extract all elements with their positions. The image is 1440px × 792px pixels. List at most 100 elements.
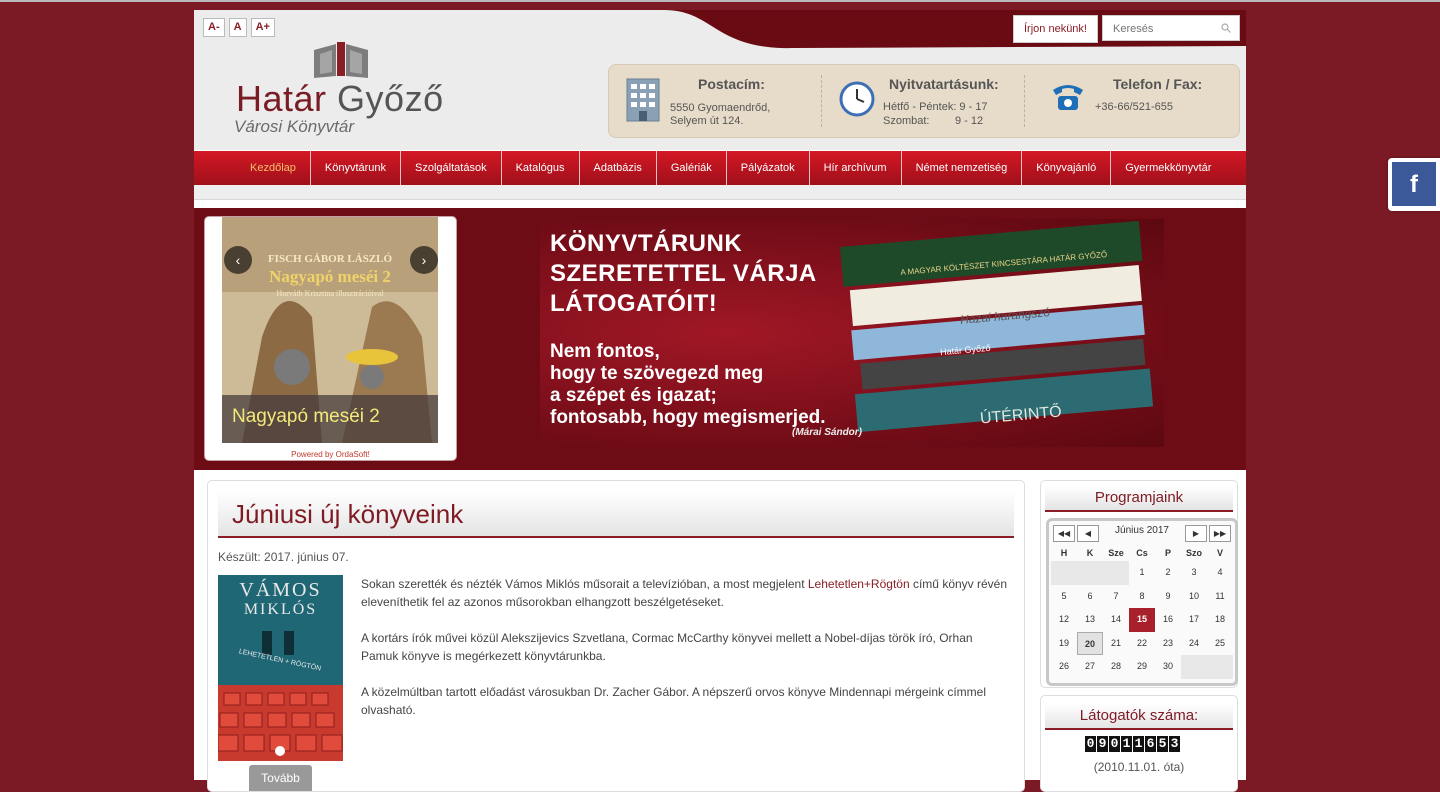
search-input[interactable] xyxy=(1111,17,1225,41)
calendar-day[interactable]: 26 xyxy=(1051,655,1077,679)
postal-line-2: Selyem út 124. xyxy=(670,115,744,127)
slider-next-button[interactable]: › xyxy=(410,246,438,274)
site-logo[interactable]: Határ Győző Városi Könyvtár xyxy=(234,40,474,136)
counter-digit: 1 xyxy=(1121,736,1132,752)
calendar-next-month-button[interactable]: ▶ xyxy=(1185,525,1207,542)
slide-image[interactable]: FISCH GÁBOR LÁSZLÓ Nagyapó meséi 2 Horvá… xyxy=(222,217,438,443)
nav-item-home[interactable]: Kezdőlap xyxy=(236,151,311,185)
calendar-empty-cell xyxy=(1077,561,1103,585)
calendar-weekday-header: H K Sze Cs P Szo V xyxy=(1051,545,1233,561)
calendar-day[interactable]: 1 xyxy=(1129,561,1155,585)
header: A- A A+ Határ Győző Városi Könyvtár Írjo… xyxy=(194,10,1246,150)
building-icon xyxy=(626,78,660,122)
calendar-day[interactable]: 25 xyxy=(1207,632,1233,656)
phone-icon xyxy=(1053,85,1083,110)
weekday-label: V xyxy=(1216,548,1223,558)
facebook-widget[interactable]: f xyxy=(1388,158,1440,211)
nav-item-tenders[interactable]: Pályázatok xyxy=(727,151,810,185)
calendar-day[interactable]: 29 xyxy=(1129,655,1155,679)
calendar-day[interactable]: 7 xyxy=(1103,585,1129,609)
calendar-next-year-button[interactable]: ▶▶ xyxy=(1209,525,1231,542)
article-title[interactable]: Júniusi új könyveink xyxy=(232,499,463,530)
nav-item-database[interactable]: Adatbázis xyxy=(580,151,657,185)
write-us-button[interactable]: Írjon nekünk! xyxy=(1013,15,1098,43)
nav-item-catalog[interactable]: Katalógus xyxy=(502,151,580,185)
weekday-label: Szo xyxy=(1185,548,1202,558)
calendar-empty-cell xyxy=(1181,655,1207,679)
calendar-day[interactable]: 13 xyxy=(1077,608,1103,632)
slide-book-author: FISCH GÁBOR LÁSZLÓ xyxy=(267,253,393,265)
calendar-day[interactable]: 22 xyxy=(1129,632,1155,656)
calendar-day[interactable]: 11 xyxy=(1207,585,1233,609)
nav-item-library[interactable]: Könyvtárunk xyxy=(311,151,402,185)
banner-quote-4: fontosabb, hogy megismerjed. xyxy=(550,407,826,428)
hours-line-1: Hétfő - Péntek: 9 - 17 xyxy=(883,101,988,113)
article-paragraph-1: Sokan szerették és nézték Vámos Miklós m… xyxy=(361,575,1011,611)
calendar-day[interactable]: 23 xyxy=(1155,632,1181,656)
calendar-day[interactable]: 28 xyxy=(1103,655,1129,679)
font-increase-button[interactable]: A+ xyxy=(250,18,275,37)
read-more-button[interactable]: Tovább xyxy=(249,765,312,791)
visitor-counter-since: (2010.11.01. óta) xyxy=(1093,760,1185,774)
search-icon[interactable] xyxy=(1221,23,1231,33)
calendar-day[interactable]: 5 xyxy=(1051,585,1077,609)
article-title-bar: Júniusi új könyveink xyxy=(218,491,1014,538)
logo-subtitle: Városi Könyvtár xyxy=(234,117,354,136)
main-navigation: Kezdőlap Könyvtárunk Szolgáltatások Kata… xyxy=(194,151,1246,185)
article-paragraph-3: A közelmúltban tartott előadást városukb… xyxy=(361,685,986,717)
calendar-day[interactable]: 10 xyxy=(1181,585,1207,609)
calendar-day[interactable]: 15 xyxy=(1129,608,1155,632)
calendar-day[interactable]: 14 xyxy=(1103,608,1129,632)
nav-item-services[interactable]: Szolgáltatások xyxy=(401,151,502,185)
calendar-day[interactable]: 17 xyxy=(1181,608,1207,632)
calendar-day[interactable]: 30 xyxy=(1155,655,1181,679)
counter-digit: 1 xyxy=(1133,736,1144,752)
nav-item-children-library[interactable]: Gyermekkönyvtár xyxy=(1111,151,1225,185)
calendar-day[interactable]: 3 xyxy=(1181,561,1207,585)
calendar-day[interactable]: 9 xyxy=(1155,585,1181,609)
calendar-day[interactable]: 27 xyxy=(1077,655,1103,679)
phone-title: Telefon / Fax: xyxy=(1113,76,1203,92)
hours-title: Nyitvatartásunk: xyxy=(889,76,999,92)
calendar-day[interactable]: 20 xyxy=(1077,631,1103,655)
slide-book-title: Nagyapó meséi 2 xyxy=(269,267,391,286)
counter-digit: 0 xyxy=(1109,736,1120,752)
event-calendar: ◀◀ ◀ Június 2017 ▶ ▶▶ H K Sze Cs P Szo V… xyxy=(1046,518,1238,686)
calendar-day[interactable]: 19 xyxy=(1051,632,1077,656)
calendar-day[interactable]: 21 xyxy=(1103,632,1129,656)
logo-title-first: Határ xyxy=(236,78,327,119)
calendar-grid: H K Sze Cs P Szo V 1 2 3 4 5 6 7 8 9 10 11 12 13 14 15… xyxy=(1051,545,1233,679)
weekday-label: P xyxy=(1164,548,1171,558)
powered-by-link[interactable]: Powered by OrdaSoft! xyxy=(205,450,456,459)
nav-item-german-minority[interactable]: Német nemzetiség xyxy=(902,151,1023,185)
phone-info: Telefon / Fax: +36-66/521-655 xyxy=(1025,65,1237,137)
calendar-day[interactable]: 8 xyxy=(1129,585,1155,609)
font-decrease-button[interactable]: A- xyxy=(203,18,225,37)
calendar-prev-month-button[interactable]: ◀ xyxy=(1077,525,1099,542)
calendar-day[interactable]: 6 xyxy=(1077,585,1103,609)
calendar-day[interactable]: 12 xyxy=(1051,608,1077,632)
slider-section: FISCH GÁBOR LÁSZLÓ Nagyapó meséi 2 Horvá… xyxy=(194,208,1246,470)
calendar-month: Június 2017 xyxy=(1115,525,1169,536)
calendar-day[interactable]: 16 xyxy=(1155,608,1181,632)
slider-prev-button[interactable]: ‹ xyxy=(224,246,252,274)
counter-digit: 5 xyxy=(1157,736,1168,752)
slide-caption[interactable]: Nagyapó meséi 2 xyxy=(222,395,438,443)
banner-line-1: KÖNYVTÁRUNK xyxy=(550,230,743,257)
calendar-prev-year-button[interactable]: ◀◀ xyxy=(1053,525,1075,542)
article-paragraph-2: A kortárs írók művei közül Alekszijevics… xyxy=(361,631,973,663)
calendar-empty-cell xyxy=(1103,561,1129,585)
calendar-day[interactable]: 2 xyxy=(1155,561,1181,585)
calendar-day[interactable]: 4 xyxy=(1207,561,1233,585)
nav-item-news-archive[interactable]: Hír archívum xyxy=(810,151,902,185)
article-book-cover[interactable]: VÁMOS MIKLÓS LEHETETLEN + RÖGTÖN xyxy=(218,575,343,761)
calendar-day[interactable]: 18 xyxy=(1207,608,1233,632)
book-link[interactable]: Lehetetlen+Rögtön xyxy=(808,577,910,591)
book-logo-icon xyxy=(314,42,368,78)
nav-item-galleries[interactable]: Galériák xyxy=(657,151,727,185)
search-box xyxy=(1102,15,1240,41)
facebook-icon[interactable]: f xyxy=(1392,162,1436,206)
calendar-day[interactable]: 24 xyxy=(1181,632,1207,656)
font-normal-button[interactable]: A xyxy=(228,18,247,37)
nav-item-book-recommendations[interactable]: Könyvajánló xyxy=(1022,151,1112,185)
